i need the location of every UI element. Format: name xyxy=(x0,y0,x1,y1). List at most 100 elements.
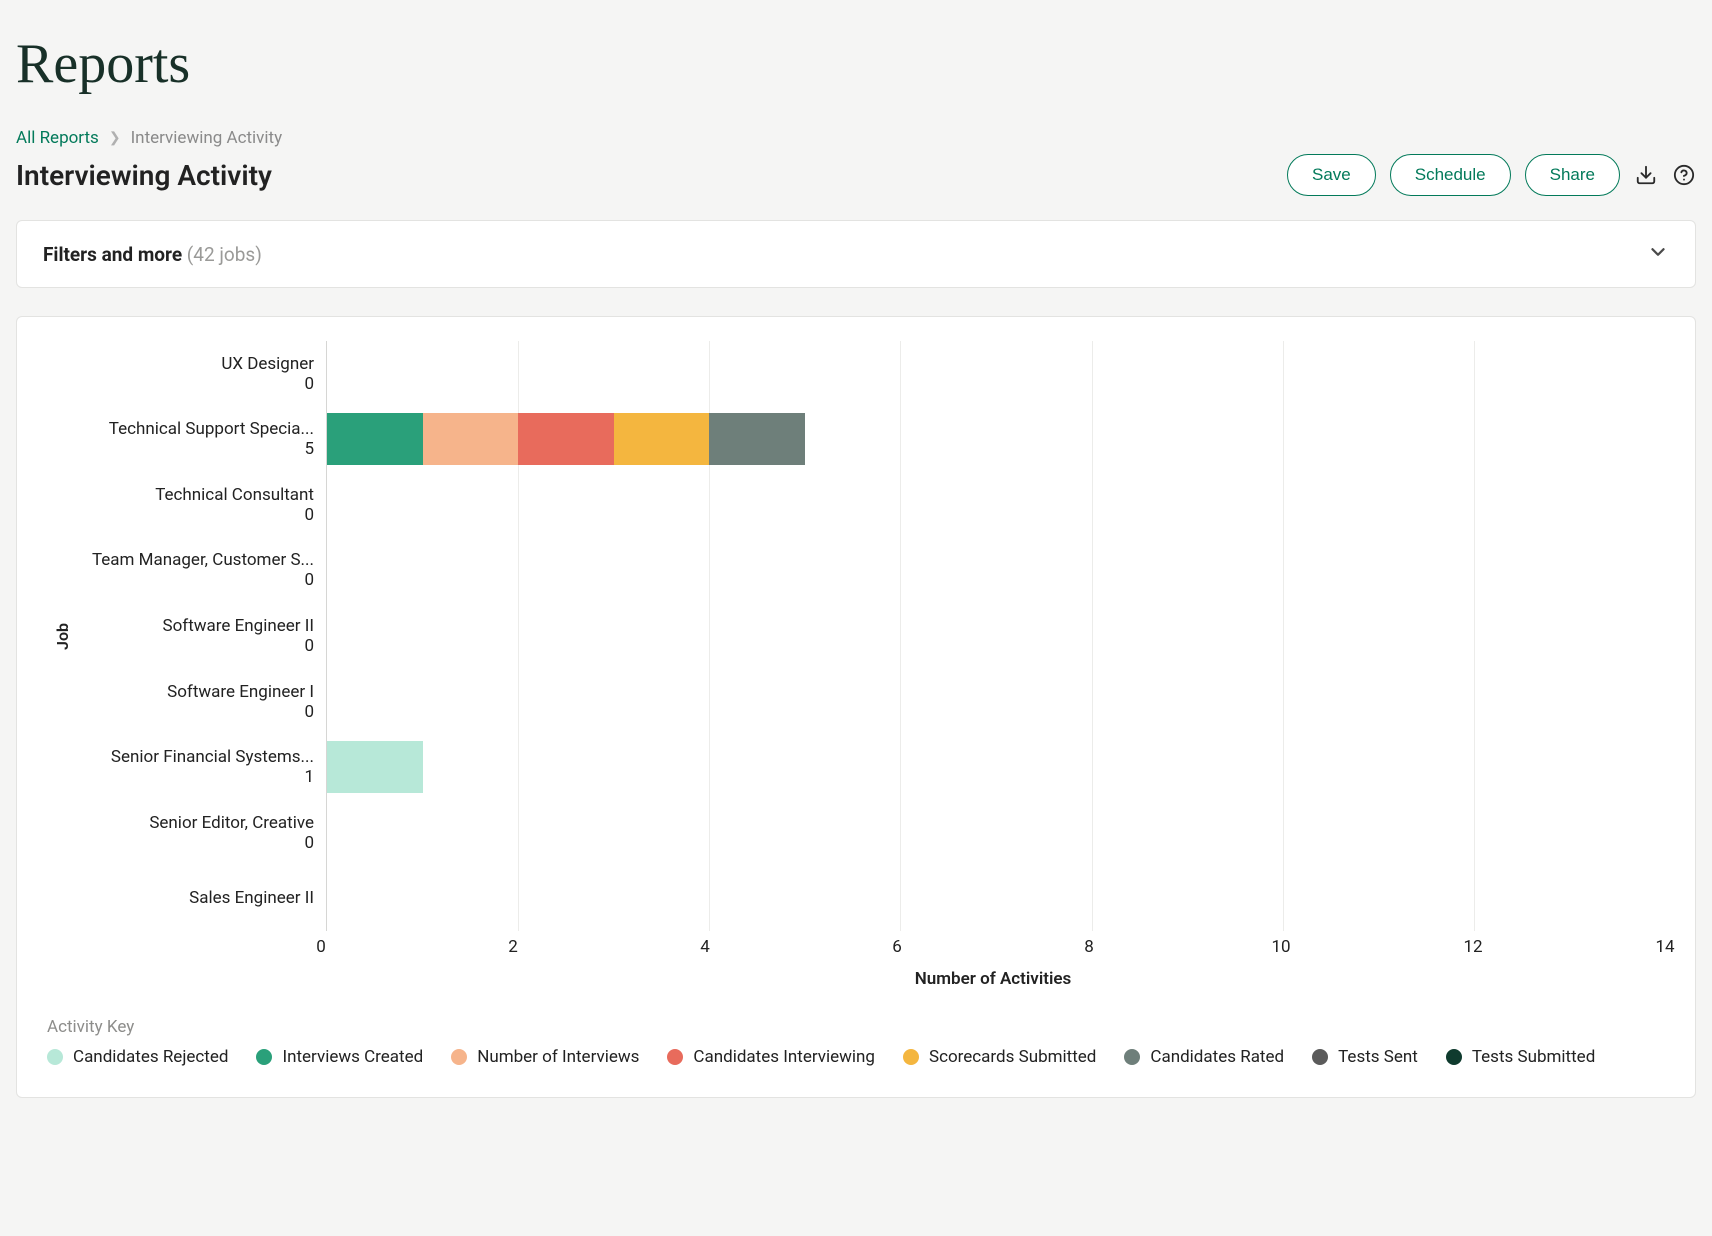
x-tick: 8 xyxy=(1084,937,1094,957)
x-tick: 10 xyxy=(1271,937,1290,957)
y-category: Senior Financial Systems...1 xyxy=(72,734,326,800)
bar-segment[interactable] xyxy=(518,413,614,465)
filters-title: Filters and more (42 jobs) xyxy=(43,243,262,266)
action-bar: Save Schedule Share xyxy=(1287,154,1696,196)
legend-label: Tests Sent xyxy=(1338,1047,1418,1067)
legend-item[interactable]: Candidates Interviewing xyxy=(667,1047,875,1067)
y-category: Sales Engineer II xyxy=(72,866,326,932)
y-category-label: UX Designer xyxy=(221,354,314,374)
breadcrumb: All Reports ❯ Interviewing Activity xyxy=(16,128,1696,148)
bar-row xyxy=(327,538,1665,604)
bar-row xyxy=(327,341,1665,407)
x-tick: 4 xyxy=(700,937,710,957)
y-axis-label: Job xyxy=(47,623,72,650)
legend-item[interactable]: Candidates Rejected xyxy=(47,1047,228,1067)
bar-row xyxy=(327,669,1665,735)
breadcrumb-current: Interviewing Activity xyxy=(131,128,283,148)
legend-swatch xyxy=(451,1049,467,1065)
bar-segment[interactable] xyxy=(709,413,805,465)
y-axis: UX Designer0Technical Support Specia...5… xyxy=(72,341,326,931)
legend-label: Tests Submitted xyxy=(1472,1047,1595,1067)
save-button[interactable]: Save xyxy=(1287,154,1376,196)
y-category: Software Engineer I0 xyxy=(72,669,326,735)
legend-label: Candidates Rated xyxy=(1150,1047,1284,1067)
y-category-total: 0 xyxy=(304,374,314,394)
bar-row xyxy=(327,734,1665,800)
x-tick: 2 xyxy=(508,937,518,957)
plot-area: Job UX Designer0Technical Support Specia… xyxy=(47,341,1665,931)
filters-count: (42 jobs) xyxy=(187,243,262,266)
y-category-label: Technical Consultant xyxy=(155,485,314,505)
y-category-total: 0 xyxy=(304,833,314,853)
legend-label: Candidates Rejected xyxy=(73,1047,228,1067)
y-category-label: Senior Financial Systems... xyxy=(111,747,314,767)
y-category: Senior Editor, Creative0 xyxy=(72,800,326,866)
legend-label: Interviews Created xyxy=(282,1047,423,1067)
legend-label: Candidates Interviewing xyxy=(693,1047,875,1067)
x-axis: 02468101214 xyxy=(47,931,1665,961)
x-axis-label: Number of Activities xyxy=(321,969,1665,989)
legend-item[interactable]: Scorecards Submitted xyxy=(903,1047,1096,1067)
x-tick: 12 xyxy=(1463,937,1482,957)
legend-swatch xyxy=(1446,1049,1462,1065)
y-category: UX Designer0 xyxy=(72,341,326,407)
bar-row xyxy=(327,603,1665,669)
y-category-total: 0 xyxy=(304,636,314,656)
chevron-down-icon[interactable] xyxy=(1647,241,1669,267)
chevron-right-icon: ❯ xyxy=(109,130,121,146)
filters-panel[interactable]: Filters and more (42 jobs) xyxy=(16,220,1696,288)
schedule-button[interactable]: Schedule xyxy=(1390,154,1511,196)
legend-item[interactable]: Interviews Created xyxy=(256,1047,423,1067)
y-category-label: Technical Support Specia... xyxy=(109,419,314,439)
legend-items: Candidates Rejected Interviews Created Num… xyxy=(47,1047,1665,1067)
y-category-label: Software Engineer II xyxy=(163,616,315,636)
x-tick: 0 xyxy=(316,937,326,957)
bar-row xyxy=(327,800,1665,866)
legend-swatch xyxy=(1312,1049,1328,1065)
legend-label: Scorecards Submitted xyxy=(929,1047,1096,1067)
y-category-total: 0 xyxy=(304,505,314,525)
y-category-total: 5 xyxy=(304,439,314,459)
bar-segment[interactable] xyxy=(327,413,423,465)
report-subtitle: Interviewing Activity xyxy=(16,159,272,192)
y-category: Software Engineer II0 xyxy=(72,603,326,669)
y-category-label: Software Engineer I xyxy=(167,682,314,702)
legend-swatch xyxy=(667,1049,683,1065)
bar-segment[interactable] xyxy=(423,413,519,465)
x-tick: 6 xyxy=(892,937,902,957)
legend-label: Number of Interviews xyxy=(477,1047,639,1067)
y-category: Technical Consultant0 xyxy=(72,472,326,538)
page-title: Reports xyxy=(16,32,1696,96)
bar-rows xyxy=(327,341,1665,931)
share-button[interactable]: Share xyxy=(1525,154,1620,196)
legend-swatch xyxy=(47,1049,63,1065)
y-category-label: Sales Engineer II xyxy=(189,888,314,908)
bar-segment[interactable] xyxy=(327,741,423,793)
chart-panel: Job UX Designer0Technical Support Specia… xyxy=(16,316,1696,1098)
filters-label: Filters and more xyxy=(43,243,182,266)
legend-item[interactable]: Candidates Rated xyxy=(1124,1047,1284,1067)
help-icon[interactable] xyxy=(1672,163,1696,187)
legend-swatch xyxy=(903,1049,919,1065)
bar-row xyxy=(327,866,1665,932)
legend-title: Activity Key xyxy=(47,1017,1665,1037)
y-category-total: 0 xyxy=(304,570,314,590)
bar-row xyxy=(327,407,1665,473)
legend-swatch xyxy=(256,1049,272,1065)
y-category-label: Team Manager, Customer S... xyxy=(92,550,314,570)
download-icon[interactable] xyxy=(1634,163,1658,187)
bar-row xyxy=(327,472,1665,538)
x-ticks: 02468101214 xyxy=(321,931,1665,961)
y-category-total: 0 xyxy=(304,702,314,722)
bar-segment[interactable] xyxy=(614,413,710,465)
y-category: Technical Support Specia...5 xyxy=(72,407,326,473)
legend-item[interactable]: Tests Sent xyxy=(1312,1047,1418,1067)
legend-item[interactable]: Tests Submitted xyxy=(1446,1047,1595,1067)
y-category-total: 1 xyxy=(304,767,314,787)
legend: Activity Key Candidates Rejected Intervie… xyxy=(47,1017,1665,1067)
x-tick: 14 xyxy=(1655,937,1674,957)
breadcrumb-root-link[interactable]: All Reports xyxy=(16,128,99,148)
legend-swatch xyxy=(1124,1049,1140,1065)
legend-item[interactable]: Number of Interviews xyxy=(451,1047,639,1067)
bars-area xyxy=(326,341,1665,931)
